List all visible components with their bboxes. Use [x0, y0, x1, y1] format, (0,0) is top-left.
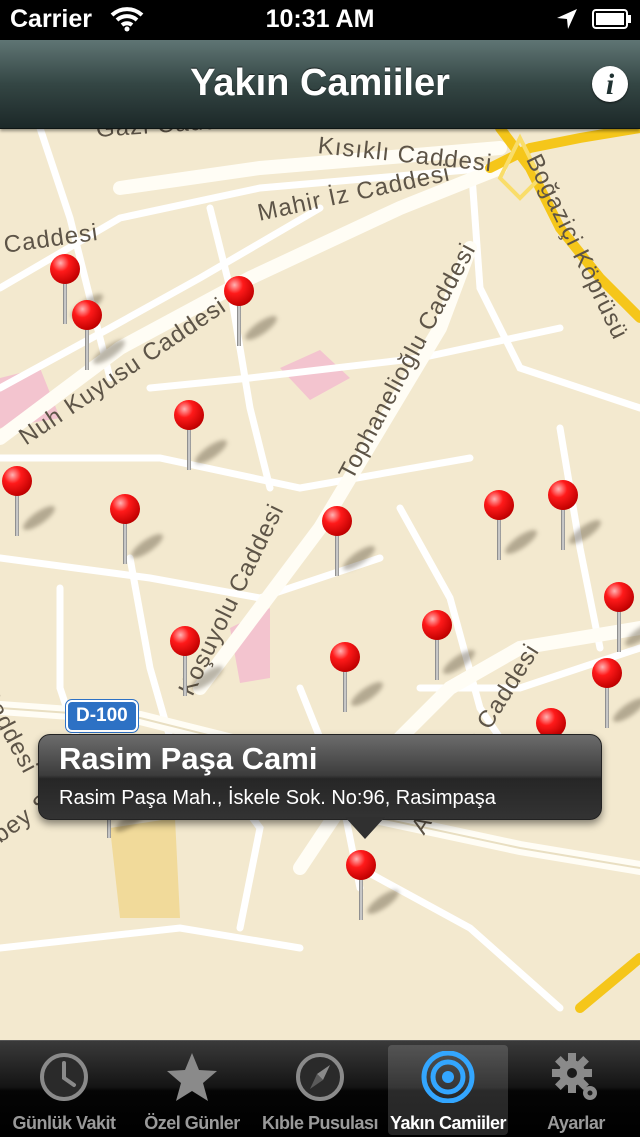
- battery-icon: [592, 9, 632, 29]
- tab-gunluk-vakit[interactable]: Günlük Vakit: [0, 1045, 128, 1135]
- mosque-pin-selected[interactable]: [346, 850, 403, 922]
- status-bar: Carrier 10:31 AM: [0, 0, 640, 40]
- tab-label: Kıble Pusulası: [261, 1113, 379, 1133]
- info-button[interactable]: i: [592, 66, 628, 102]
- mosque-pin[interactable]: [174, 400, 231, 472]
- tab-yakin-camiiler[interactable]: Yakın Camiiler: [388, 1045, 508, 1135]
- star-icon: [128, 1051, 256, 1103]
- mosque-callout[interactable]: Rasim Paşa Cami Rasim Paşa Mah., İskele …: [38, 734, 602, 839]
- callout-title: Rasim Paşa Cami: [59, 741, 318, 776]
- mosque-pin[interactable]: [604, 582, 640, 654]
- target-icon: [388, 1050, 508, 1104]
- clock-icon: [0, 1051, 128, 1103]
- mosque-pin[interactable]: [110, 494, 167, 566]
- map-streets: [0, 128, 640, 1013]
- tab-label: Özel Günler: [144, 1113, 240, 1133]
- tab-label: Ayarlar: [547, 1113, 605, 1133]
- mosque-pin[interactable]: [548, 480, 605, 552]
- mosque-pin[interactable]: [484, 490, 541, 562]
- tab-kible-pusulasi[interactable]: Kıble Pusulası: [256, 1045, 384, 1135]
- callout-address: Rasim Paşa Mah., İskele Sok. No:96, Rasi…: [59, 787, 496, 809]
- tab-ozel-gunler[interactable]: Özel Günler: [128, 1045, 256, 1135]
- gear-icon: [512, 1051, 640, 1103]
- mosque-pin[interactable]: [330, 642, 387, 714]
- location-arrow-icon: [556, 8, 578, 35]
- mosque-pin[interactable]: [170, 626, 227, 698]
- mosque-pin[interactable]: [2, 466, 59, 538]
- page-title: Yakın Camiiler: [190, 62, 450, 104]
- mosque-pin[interactable]: [72, 300, 129, 372]
- road-badge: D-100: [66, 700, 138, 732]
- tab-label: Günlük Vakit: [12, 1113, 116, 1133]
- compass-icon: [256, 1051, 384, 1103]
- map-view[interactable]: Gazi Caddesi Kısıklı Caddesi Mahir İz Ca…: [0, 128, 640, 1040]
- navigation-bar: Yakın Camiiler i: [0, 40, 640, 129]
- mosque-pin[interactable]: [592, 658, 640, 730]
- mosque-pin[interactable]: [422, 610, 479, 682]
- tab-ayarlar[interactable]: Ayarlar: [512, 1045, 640, 1135]
- tab-label: Yakın Camiiler: [389, 1113, 507, 1133]
- tab-bar: Günlük Vakit Özel Günler Kıble Pusulası: [0, 1040, 640, 1137]
- mosque-pin[interactable]: [224, 276, 281, 348]
- mosque-pin[interactable]: [322, 506, 379, 578]
- clock-time: 10:31 AM: [265, 5, 375, 33]
